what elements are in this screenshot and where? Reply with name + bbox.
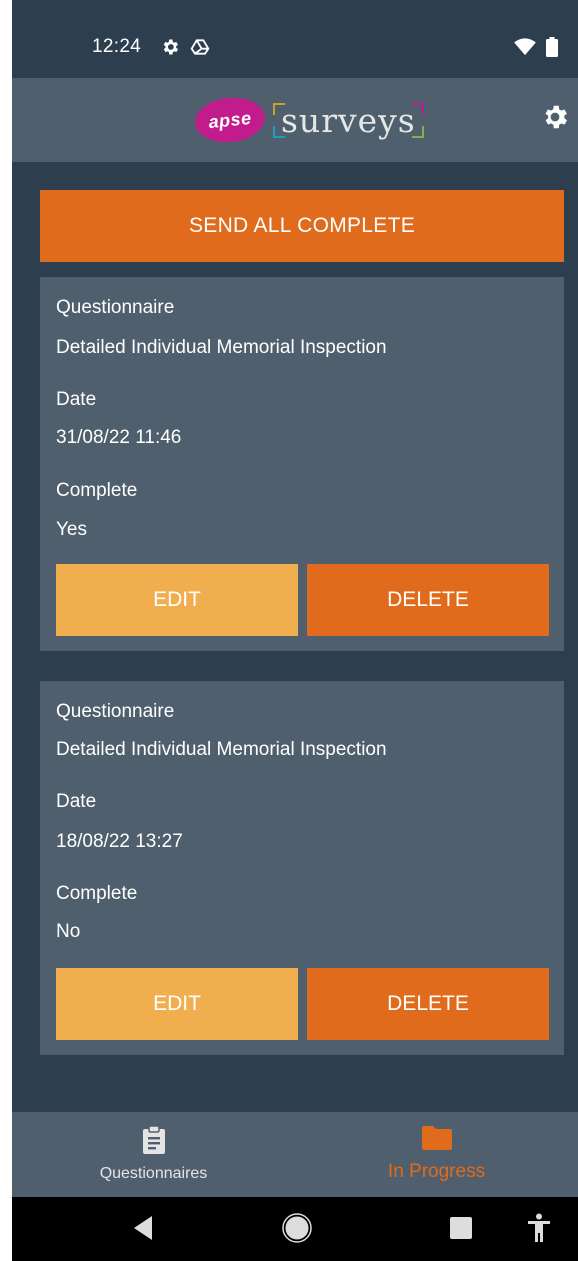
recents-icon[interactable] [450, 1217, 472, 1244]
phone-screen: 12:24 apse surveys SEND ALL COMPLETE Que… [12, 0, 578, 1261]
drive-icon [190, 37, 210, 62]
wifi-icon [514, 38, 536, 61]
delete-button[interactable]: DELETE [307, 968, 549, 1040]
tab-label: Questionnaires [99, 1165, 208, 1182]
accessibility-icon[interactable] [528, 1213, 550, 1248]
settings-button[interactable] [538, 102, 572, 136]
gear-icon [160, 37, 180, 62]
app-header: apse surveys [12, 78, 578, 162]
delete-button[interactable]: DELETE [307, 564, 549, 636]
tab-in-progress[interactable]: In Progress [295, 1112, 578, 1197]
status-bar: 12:24 [12, 0, 578, 78]
tab-questionnaires[interactable]: Questionnaires [12, 1112, 295, 1197]
back-icon[interactable] [132, 1215, 154, 1246]
date-value: 18/08/22 13:27 [56, 831, 183, 852]
questionnaire-value: Detailed Individual Memorial Inspection [56, 739, 387, 760]
clipboard-icon [142, 1125, 165, 1159]
tab-label: In Progress [387, 1161, 486, 1182]
apse-badge: apse [192, 94, 268, 146]
complete-value: Yes [56, 519, 87, 540]
system-navigation-bar [12, 1197, 578, 1261]
folder-icon [421, 1126, 452, 1155]
logo-wordmark: surveys [273, 101, 424, 140]
date-label: Date [56, 791, 97, 812]
date-label: Date [56, 389, 97, 410]
survey-card: Questionnaire Detailed Individual Memori… [40, 277, 564, 651]
questionnaire-label: Questionnaire [56, 297, 175, 318]
complete-label: Complete [56, 480, 138, 501]
questionnaire-label: Questionnaire [56, 701, 175, 722]
status-time: 12:24 [92, 36, 142, 57]
gear-icon [540, 102, 570, 137]
questionnaire-value: Detailed Individual Memorial Inspection [56, 337, 387, 358]
apse-surveys-logo: apse surveys [192, 94, 424, 146]
battery-icon [546, 37, 558, 62]
edit-button[interactable]: EDIT [56, 968, 298, 1040]
bottom-navigation: Questionnaires In Progress [12, 1112, 578, 1197]
status-icons-left [160, 37, 210, 62]
status-icons-right [514, 37, 558, 62]
send-all-complete-button[interactable]: SEND ALL COMPLETE [40, 190, 564, 262]
complete-label: Complete [56, 883, 138, 904]
edit-button[interactable]: EDIT [56, 564, 298, 636]
logo-text: surveys [281, 100, 416, 140]
complete-value: No [56, 921, 81, 942]
survey-card: Questionnaire Detailed Individual Memori… [40, 681, 564, 1055]
date-value: 31/08/22 11:46 [56, 427, 182, 448]
home-icon[interactable] [282, 1213, 312, 1248]
